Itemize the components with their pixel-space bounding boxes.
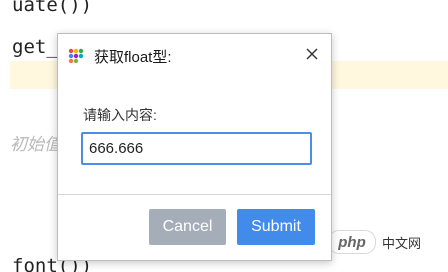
app-icon bbox=[68, 48, 84, 64]
prompt-label: 请输入内容: bbox=[83, 107, 157, 123]
site-watermark: php 中文网 bbox=[328, 230, 421, 254]
screen: uate()) get_ 初始值 font()) php 中文网 获取float… bbox=[0, 0, 448, 272]
php-logo: php bbox=[328, 230, 376, 254]
dialog-title: 获取float型: bbox=[94, 49, 172, 66]
value-input[interactable] bbox=[81, 132, 312, 165]
dialog-title-bar[interactable]: 获取float型: bbox=[58, 34, 331, 78]
code-line: uate()) bbox=[12, 0, 93, 16]
code-comment: 初始值 bbox=[10, 135, 61, 155]
code-line: get_ bbox=[12, 36, 58, 58]
submit-button[interactable]: Submit bbox=[237, 209, 315, 245]
close-button[interactable] bbox=[301, 43, 323, 65]
watermark-site-text: 中文网 bbox=[382, 235, 422, 251]
input-dialog: 获取float型: 请输入内容: Cancel Submit bbox=[57, 33, 332, 261]
cancel-button[interactable]: Cancel bbox=[149, 209, 226, 245]
close-icon bbox=[306, 48, 318, 60]
footer-divider bbox=[58, 194, 331, 195]
